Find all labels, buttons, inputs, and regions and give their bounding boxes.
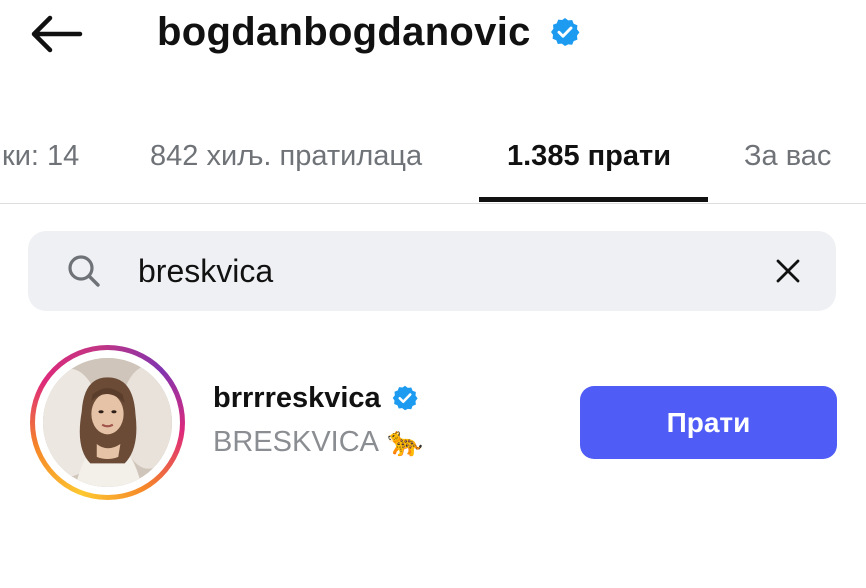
result-username-row[interactable]: brrrreskvica bbox=[213, 378, 423, 418]
follow-button[interactable]: Прати bbox=[580, 386, 837, 459]
profile-tabs: нки: 14 842 хиљ. пратилаца 1.385 прати З… bbox=[0, 110, 866, 204]
tab-following[interactable]: 1.385 прати bbox=[507, 110, 671, 202]
avatar bbox=[43, 358, 172, 487]
search-input[interactable] bbox=[138, 245, 738, 297]
search-bar bbox=[28, 231, 836, 311]
clear-search-button[interactable] bbox=[768, 251, 808, 291]
result-full-name-row: BRESKVICA 🐆 bbox=[213, 422, 423, 462]
close-icon bbox=[776, 259, 800, 283]
search-icon bbox=[68, 255, 100, 287]
verified-badge-icon bbox=[392, 385, 418, 411]
following-list-screen: bogdanbogdanovic нки: 14 842 хиљ. пратил… bbox=[0, 0, 866, 588]
tab-for-you[interactable]: За вас bbox=[744, 110, 831, 202]
result-name-block: brrrreskvica BRESKVICA 🐆 bbox=[213, 378, 423, 462]
active-tab-indicator bbox=[479, 197, 708, 202]
leopard-emoji: 🐆 bbox=[387, 426, 424, 458]
tabs-divider bbox=[0, 203, 866, 204]
arrow-left-icon bbox=[31, 15, 83, 53]
result-full-name: BRESKVICA bbox=[213, 425, 379, 458]
list-item[interactable]: brrrreskvica BRESKVICA 🐆 Прати bbox=[0, 330, 866, 520]
back-button[interactable] bbox=[22, 8, 90, 60]
tab-followers[interactable]: 842 хиљ. пратилаца bbox=[150, 110, 422, 202]
profile-username: bogdanbogdanovic bbox=[157, 9, 531, 54]
avatar-story-ring[interactable] bbox=[30, 345, 185, 500]
tab-posts[interactable]: нки: 14 bbox=[0, 110, 79, 202]
profile-title: bogdanbogdanovic bbox=[157, 4, 581, 60]
verified-badge-icon bbox=[550, 18, 580, 46]
result-username[interactable]: brrrreskvica bbox=[213, 382, 381, 415]
